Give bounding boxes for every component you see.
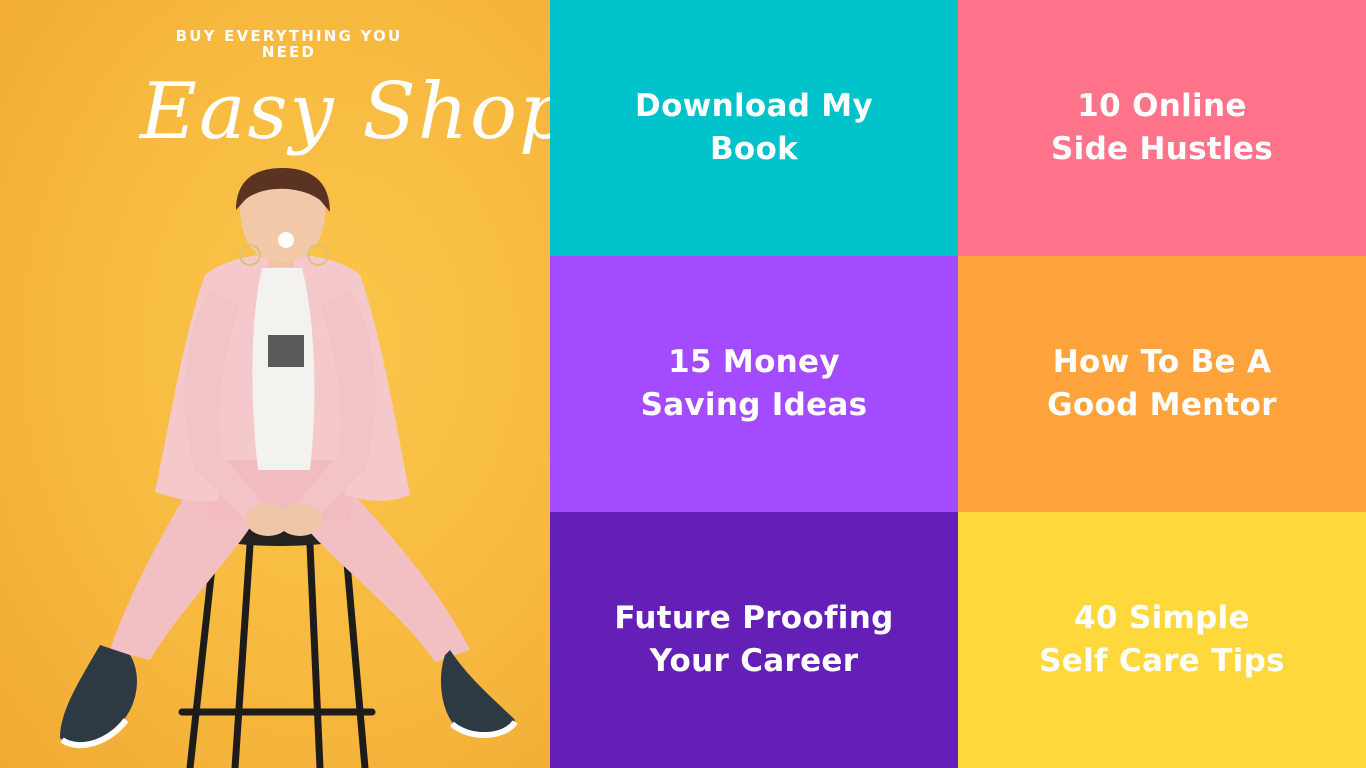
tile-label: 40 Simple Self Care Tips (1039, 600, 1285, 679)
tile-future-proofing-career[interactable]: Future Proofing Your Career (550, 512, 958, 768)
tile-good-mentor[interactable]: How To Be A Good Mentor (958, 256, 1366, 512)
brand-logo: Easy Shop (140, 67, 550, 157)
tile-money-saving-ideas[interactable]: 15 Money Saving Ideas (550, 256, 958, 512)
tile-online-side-hustles[interactable]: 10 Online Side Hustles (958, 0, 1366, 256)
tile-label: How To Be A Good Mentor (1047, 344, 1277, 423)
tile-label: 10 Online Side Hustles (1051, 88, 1273, 167)
hero-panel: BUY EVERYTHING YOU NEED Easy Shop (0, 0, 550, 768)
tile-label: Future Proofing Your Career (614, 600, 894, 679)
hero-photo (60, 168, 518, 768)
tile-label: Download My Book (635, 88, 873, 167)
tile-self-care-tips[interactable]: 40 Simple Self Care Tips (958, 512, 1366, 768)
tagline: BUY EVERYTHING YOU NEED (175, 27, 403, 61)
tile-label: 15 Money Saving Ideas (640, 344, 868, 423)
tile-download-book[interactable]: Download My Book (550, 0, 958, 256)
